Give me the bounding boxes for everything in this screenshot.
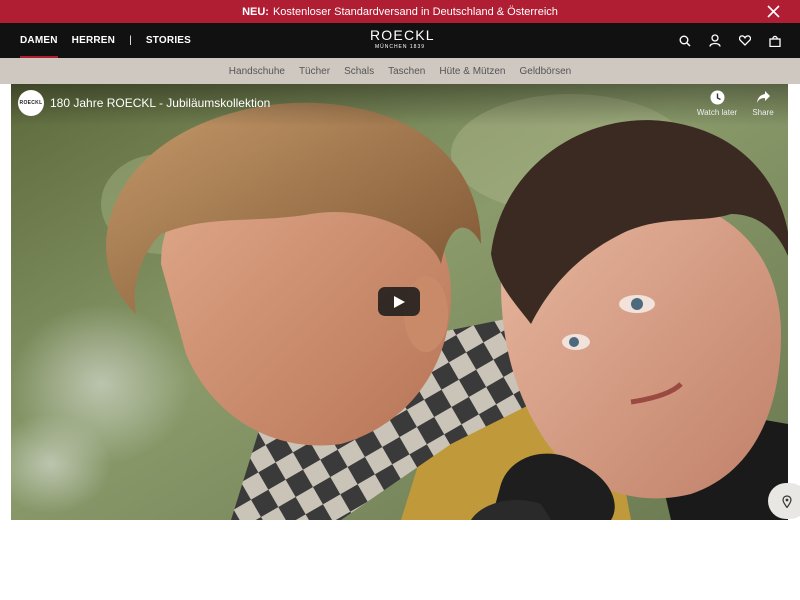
account-icon[interactable] <box>708 34 722 48</box>
store-locator-button[interactable] <box>768 483 800 519</box>
nav-links: DAMEN HERREN | STORIES <box>20 23 205 58</box>
promo-text: Kostenloser Standardversand in Deutschla… <box>272 5 558 18</box>
video-player[interactable]: ROECKL 180 Jahre ROECKL - Jubiläumskolle… <box>11 84 788 520</box>
category-bar: Handschuhe Tücher Schals Taschen Hüte & … <box>0 58 800 84</box>
share-icon <box>756 91 770 103</box>
promo-label: NEU: <box>242 5 269 18</box>
heart-icon[interactable] <box>738 34 752 48</box>
play-button[interactable] <box>378 287 420 316</box>
category-huete-muetzen[interactable]: Hüte & Mützen <box>439 66 505 77</box>
nav-icons <box>662 23 782 58</box>
category-schals[interactable]: Schals <box>344 66 374 77</box>
nav-separator: | <box>129 35 132 46</box>
video-title[interactable]: 180 Jahre ROECKL - Jubiläumskollektion <box>50 96 270 110</box>
main-nav: DAMEN HERREN | STORIES ROECKL MÜNCHEN 18… <box>0 23 800 58</box>
watch-later-button[interactable]: Watch later <box>695 90 739 117</box>
share-button[interactable]: Share <box>741 90 785 117</box>
category-taschen[interactable]: Taschen <box>388 66 425 77</box>
logo-city: MÜNCHEN 1839 <box>374 44 426 50</box>
bag-icon[interactable] <box>768 34 782 48</box>
nav-item-damen[interactable]: DAMEN <box>20 23 58 58</box>
promo-bar: NEU: Kostenloser Standardversand in Deut… <box>0 0 800 23</box>
location-pin-icon <box>782 494 792 508</box>
category-handschuhe[interactable]: Handschuhe <box>229 66 285 77</box>
play-icon <box>394 295 405 308</box>
watch-later-label: Watch later <box>696 108 738 117</box>
nav-item-stories[interactable]: STORIES <box>146 23 191 58</box>
channel-avatar[interactable]: ROECKL <box>18 90 44 116</box>
close-icon[interactable] <box>767 5 780 18</box>
logo-brand: ROECKL <box>370 27 435 43</box>
category-geldboersen[interactable]: Geldbörsen <box>520 66 572 77</box>
category-tuecher[interactable]: Tücher <box>299 66 330 77</box>
nav-item-herren[interactable]: HERREN <box>72 23 115 58</box>
clock-icon <box>710 90 724 105</box>
share-label: Share <box>752 108 774 117</box>
search-icon[interactable] <box>678 34 692 48</box>
logo[interactable]: ROECKL MÜNCHEN 1839 <box>370 27 435 51</box>
